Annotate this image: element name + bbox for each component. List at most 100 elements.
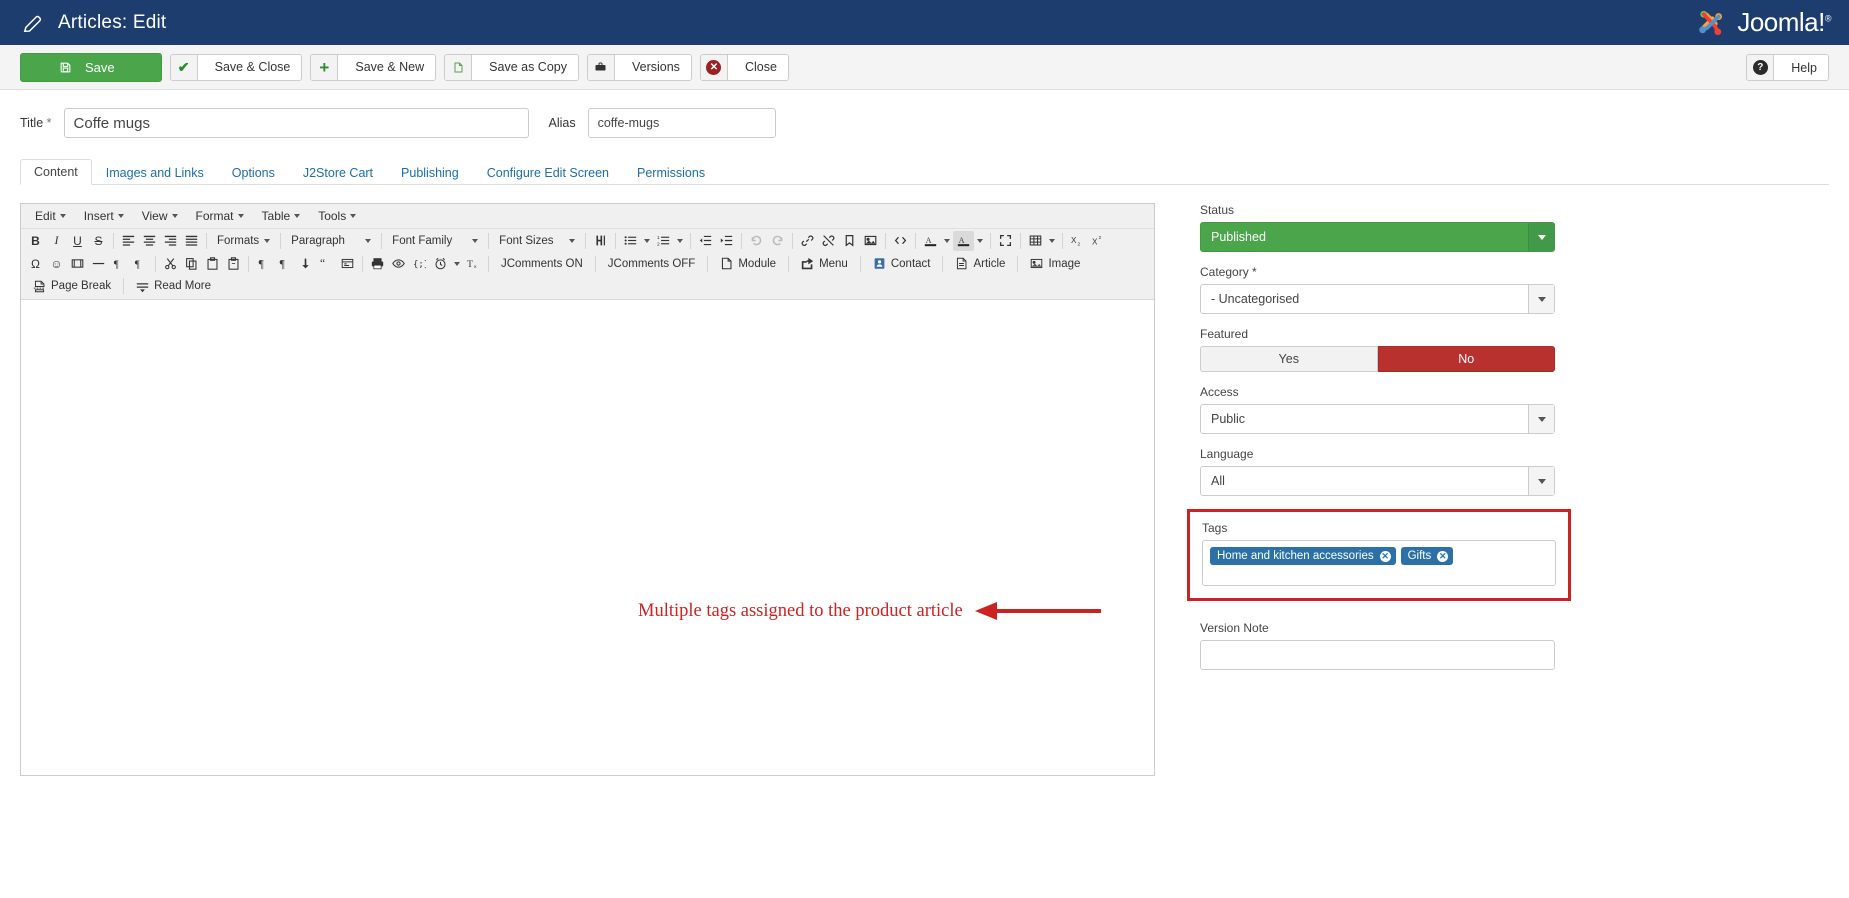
align-center-icon[interactable] [139, 231, 160, 251]
insert-nonbreaking-space-icon[interactable] [295, 254, 316, 274]
show-blocks-icon[interactable]: ¶ [253, 254, 274, 274]
help-button[interactable]: ? Help [1746, 54, 1829, 81]
insert-date-time-icon[interactable] [430, 254, 451, 274]
preview-icon[interactable] [388, 254, 409, 274]
alias-input[interactable] [588, 108, 776, 138]
outdent-icon[interactable] [695, 231, 716, 251]
insert-link-icon[interactable] [797, 231, 818, 251]
tab-j2store-cart[interactable]: J2Store Cart [289, 160, 387, 185]
status-select[interactable]: Published [1200, 222, 1555, 252]
italic-button[interactable]: I [46, 231, 67, 251]
tab-configure-edit-screen[interactable]: Configure Edit Screen [473, 160, 623, 185]
code-sample-icon[interactable]: {;} [409, 254, 430, 274]
align-right-icon[interactable] [160, 231, 181, 251]
text-color-icon[interactable]: A [920, 231, 941, 251]
anchor-icon[interactable] [839, 231, 860, 251]
menu-format[interactable]: Format [187, 206, 253, 227]
underline-button[interactable]: U [67, 231, 88, 251]
language-select[interactable]: All [1200, 466, 1555, 496]
bullet-list-dropdown[interactable] [641, 231, 653, 251]
featured-yes-button[interactable]: Yes [1200, 346, 1378, 372]
insert-date-time-dropdown[interactable] [451, 254, 463, 274]
insert-media-icon[interactable] [67, 254, 88, 274]
background-color-icon[interactable]: A [953, 231, 974, 251]
rtl-icon[interactable]: ¶ [130, 254, 151, 274]
horizontal-rule-icon[interactable] [88, 254, 109, 274]
font-sizes-dropdown[interactable]: Font Sizes [493, 231, 581, 251]
tags-input[interactable]: Home and kitchen accessories ✕ Gifts ✕ [1202, 540, 1556, 586]
article-button[interactable]: Article [947, 254, 1013, 274]
save-and-new-button[interactable]: + Save & New [310, 54, 436, 81]
tab-permissions[interactable]: Permissions [623, 160, 719, 185]
paste-as-text-icon[interactable] [223, 254, 244, 274]
tab-images-and-links[interactable]: Images and Links [92, 160, 218, 185]
table-icon[interactable] [1025, 231, 1046, 251]
emoticon-icon[interactable]: ☺ [46, 254, 67, 274]
versions-button[interactable]: Versions [587, 54, 692, 81]
jcomments-off-button[interactable]: JComments OFF [600, 254, 704, 274]
menu-edit[interactable]: Edit [26, 206, 75, 227]
source-code-icon[interactable] [890, 231, 911, 251]
background-color-dropdown[interactable] [974, 231, 986, 251]
align-justify-icon[interactable] [181, 231, 202, 251]
ltr-icon[interactable]: ¶ [109, 254, 130, 274]
tag-chip[interactable]: Home and kitchen accessories ✕ [1210, 547, 1396, 565]
remove-tag-icon[interactable]: ✕ [1380, 551, 1391, 562]
save-and-close-button[interactable]: ✔ Save & Close [170, 54, 303, 81]
copy-icon[interactable] [181, 254, 202, 274]
font-family-dropdown[interactable]: Font Family [386, 231, 484, 251]
close-button[interactable]: ✕ Close [700, 54, 789, 81]
menu-view[interactable]: View [133, 206, 187, 227]
save-as-copy-button[interactable]: Save as Copy [444, 54, 579, 81]
access-select[interactable]: Public [1200, 404, 1555, 434]
invisible-characters-icon[interactable]: ¶ [274, 254, 295, 274]
remove-tag-icon[interactable]: ✕ [1437, 551, 1448, 562]
numbered-list-icon[interactable]: 12 [653, 231, 674, 251]
tab-options[interactable]: Options [218, 160, 289, 185]
special-character-icon[interactable]: Ω [25, 254, 46, 274]
search-replace-icon[interactable] [590, 231, 611, 251]
insert-image-icon[interactable] [860, 231, 881, 251]
redo-icon[interactable] [767, 231, 788, 251]
template-icon[interactable] [337, 254, 358, 274]
module-button[interactable]: Module [712, 254, 784, 274]
print-icon[interactable] [367, 254, 388, 274]
menu-insert[interactable]: Insert [75, 206, 133, 227]
tab-publishing[interactable]: Publishing [387, 160, 473, 185]
image-button[interactable]: Image [1022, 254, 1088, 274]
paste-icon[interactable] [202, 254, 223, 274]
align-left-icon[interactable] [118, 231, 139, 251]
blockquote-icon[interactable]: “ [316, 254, 337, 274]
editor-content-area[interactable] [21, 300, 1154, 775]
undo-icon[interactable] [746, 231, 767, 251]
menu-table[interactable]: Table [253, 206, 310, 227]
tab-content[interactable]: Content [20, 159, 92, 185]
cut-icon[interactable] [160, 254, 181, 274]
formats-dropdown[interactable]: Formats [211, 231, 276, 251]
clear-formatting-icon[interactable]: T× [463, 254, 484, 274]
unlink-icon[interactable] [818, 231, 839, 251]
tag-chip[interactable]: Gifts ✕ [1401, 547, 1454, 565]
subscript-icon[interactable]: X2 [1067, 231, 1088, 251]
table-dropdown[interactable] [1046, 231, 1058, 251]
indent-icon[interactable] [716, 231, 737, 251]
category-select[interactable]: - Uncategorised [1200, 284, 1555, 314]
read-more-button[interactable]: Read More [128, 276, 219, 296]
paragraph-dropdown[interactable]: Paragraph [285, 231, 377, 251]
contact-button[interactable]: Contact [865, 254, 939, 274]
superscript-icon[interactable]: X2 [1088, 231, 1109, 251]
bold-button[interactable]: B [25, 231, 46, 251]
page-break-button[interactable]: Page Break [25, 276, 119, 296]
menu-tools[interactable]: Tools [309, 206, 365, 227]
version-note-input[interactable] [1200, 640, 1555, 670]
text-color-dropdown[interactable] [941, 231, 953, 251]
menu-button[interactable]: Menu [793, 254, 856, 274]
jcomments-on-button[interactable]: JComments ON [493, 254, 591, 274]
numbered-list-dropdown[interactable] [674, 231, 686, 251]
save-button[interactable]: Save [20, 53, 162, 82]
strikethrough-button[interactable]: S [88, 231, 109, 251]
bullet-list-icon[interactable] [620, 231, 641, 251]
featured-no-button[interactable]: No [1378, 346, 1556, 372]
fullscreen-icon[interactable] [995, 231, 1016, 251]
title-input[interactable] [64, 108, 529, 138]
